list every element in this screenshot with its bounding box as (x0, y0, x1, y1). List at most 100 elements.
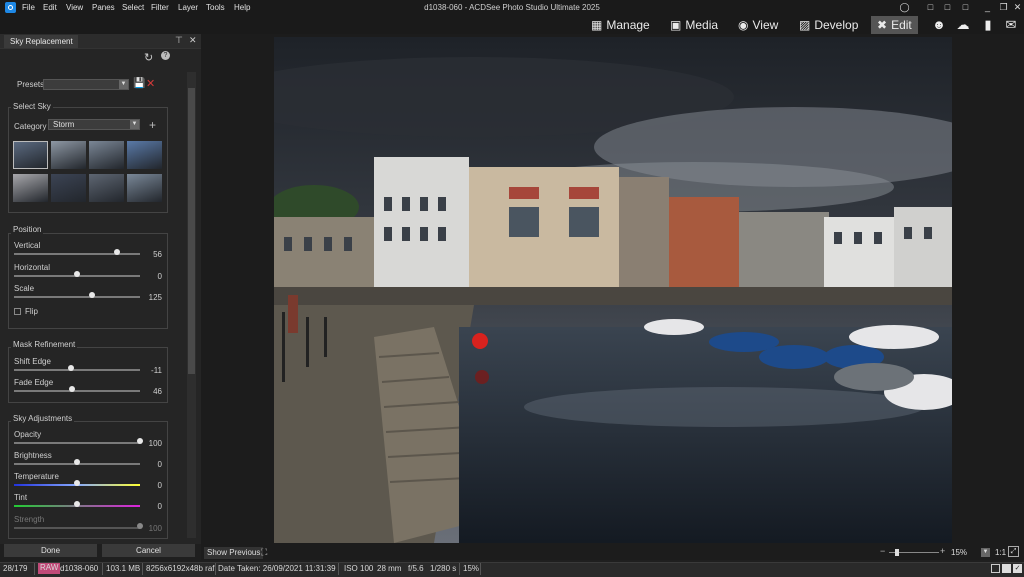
slider-thumb[interactable] (74, 271, 80, 277)
presets-label: Presets (17, 80, 45, 89)
slider-value[interactable]: 100 (140, 524, 162, 533)
slider-value[interactable]: 0 (140, 272, 162, 281)
select-sky-title: Select Sky (11, 102, 53, 111)
restore-icon[interactable]: ❐ (998, 2, 1009, 13)
status-zoom: 15% (463, 564, 480, 573)
status-shutter: 1/280 s (430, 564, 457, 573)
face-icon[interactable]: ☻ (931, 17, 947, 33)
account-icon[interactable]: ◯ (899, 2, 910, 13)
cloud-icon[interactable]: ☁ (955, 17, 971, 33)
divider (34, 563, 35, 575)
scrollbar-thumb[interactable] (188, 88, 195, 374)
slider-value[interactable]: 0 (140, 460, 162, 469)
show-previous-button[interactable]: Show Previous (204, 547, 264, 559)
actual-size-button[interactable]: 1:1 (995, 548, 1006, 557)
mode-label: Manage (606, 18, 650, 32)
layout3-icon[interactable]: □ (960, 2, 971, 13)
eye-icon: ◉ (738, 18, 749, 32)
slider-thumb[interactable] (68, 386, 75, 392)
delete-preset-icon[interactable]: ✕ (146, 77, 155, 90)
position-title: Position (11, 225, 44, 234)
status-dimensions: 8256x6192x48b raf (146, 564, 215, 573)
raw-badge: RAW (38, 563, 61, 574)
slider-label: Fade Edge (14, 378, 54, 387)
save-preset-icon[interactable]: 💾 (133, 78, 145, 89)
slider-value[interactable]: 0 (140, 502, 162, 511)
check-icon[interactable]: ✓ (1013, 564, 1022, 573)
slider-track[interactable] (14, 442, 140, 444)
divider (480, 563, 481, 575)
category-dropdown[interactable]: Storm (48, 119, 140, 130)
mode-label: Develop (814, 18, 859, 32)
slider-label: Vertical (14, 241, 41, 250)
slider-label: Brightness (14, 451, 52, 460)
divider (459, 563, 460, 575)
zoom-slider-thumb[interactable] (895, 549, 899, 556)
notification-icon[interactable]: ✉ (1003, 17, 1019, 33)
done-button[interactable]: Done (4, 544, 97, 557)
presets-dropdown[interactable] (43, 79, 129, 90)
layout2-icon[interactable]: □ (942, 2, 953, 13)
slider-value[interactable]: -11 (140, 366, 162, 375)
slider-track[interactable] (14, 369, 140, 371)
mode-media[interactable]: ▣ Media (670, 16, 718, 34)
mode-edit[interactable]: ✖ Edit (871, 16, 918, 34)
slider-track[interactable] (14, 527, 140, 529)
minimize-icon[interactable]: _ (982, 2, 993, 13)
slider-value[interactable]: 100 (140, 439, 162, 448)
zoom-in-icon[interactable]: + (940, 546, 945, 556)
slider-thumb[interactable] (74, 480, 80, 486)
status-aperture: f/5.6 (408, 564, 424, 573)
slider-thumb[interactable] (74, 459, 80, 465)
fit-icon[interactable]: ⤢ (1008, 546, 1019, 557)
slider-track[interactable] (14, 253, 140, 255)
slider-track[interactable] (14, 390, 140, 392)
sky-thumbnail[interactable] (13, 174, 48, 202)
slider-label: Opacity (14, 430, 42, 439)
panel-close-icon[interactable]: ✕ (189, 35, 197, 46)
sky-thumbnail[interactable] (51, 141, 86, 169)
slider-value[interactable]: 0 (140, 481, 162, 490)
add-sky-icon[interactable]: + (149, 118, 156, 132)
mode-develop[interactable]: ▨ Develop (799, 16, 858, 34)
sky-thumbnail[interactable] (127, 141, 162, 169)
slider-thumb[interactable] (67, 365, 74, 371)
sky-thumbnail[interactable] (127, 174, 162, 202)
edited-photo[interactable] (274, 37, 952, 543)
mode-view[interactable]: ◉ View (738, 16, 778, 34)
panel-tab[interactable]: Sky Replacement (4, 35, 78, 48)
mode-manage[interactable]: ▦ Manage (591, 16, 650, 34)
chevron-down-icon[interactable]: ▼ (981, 548, 990, 557)
mode-label: Edit (891, 18, 912, 32)
cancel-button[interactable]: Cancel (102, 544, 195, 557)
slider-label: Strength (14, 515, 45, 524)
slider-track[interactable] (14, 296, 140, 298)
help-icon[interactable]: ? (161, 51, 170, 60)
pin-icon[interactable]: ⊤ (175, 35, 183, 46)
zoom-value[interactable]: 15% (951, 548, 967, 557)
grid-icon: ▦ (591, 18, 603, 32)
reset-icon[interactable]: ↻ (144, 51, 153, 64)
layout-icon[interactable]: □ (925, 2, 936, 13)
close-icon[interactable]: ✕ (1012, 2, 1023, 13)
sky-thumbnail[interactable] (51, 174, 86, 202)
slider-value[interactable]: 56 (140, 250, 162, 259)
sky-thumbnail[interactable] (89, 174, 124, 202)
fullscreen-icon[interactable]: ⛶ (261, 547, 267, 558)
flip-checkbox[interactable] (14, 308, 21, 315)
view-mode-icon[interactable] (991, 564, 1000, 573)
sky-thumbnail[interactable] (89, 141, 124, 169)
stats-icon[interactable]: ▮ (980, 17, 996, 33)
harbour-photo-svg (274, 37, 952, 543)
sky-thumbnail[interactable] (13, 141, 48, 169)
chevron-down-icon[interactable]: ▼ (130, 120, 139, 129)
slider-value[interactable]: 125 (140, 293, 162, 302)
slider-label: Horizontal (14, 263, 51, 272)
status-iso: ISO 100 (344, 564, 374, 573)
chevron-down-icon[interactable]: ▼ (119, 80, 128, 89)
slider-value[interactable]: 46 (140, 387, 162, 396)
zoom-out-icon[interactable]: − (880, 546, 885, 556)
slider-thumb[interactable] (74, 501, 80, 507)
slider-label: Tint (14, 493, 28, 502)
split-view-icon[interactable] (1002, 564, 1011, 573)
